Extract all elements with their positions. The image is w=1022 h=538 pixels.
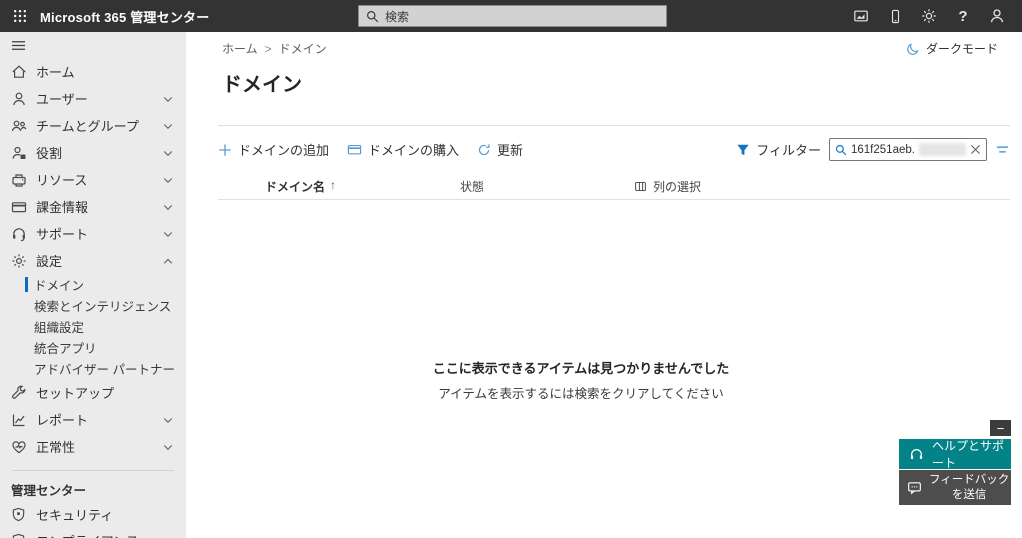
- credit-card-icon: [347, 142, 362, 157]
- breadcrumb: ホーム > ドメイン ダークモード: [222, 40, 998, 57]
- mobile-icon[interactable]: [878, 0, 912, 32]
- gear-icon: [11, 253, 27, 269]
- headset-icon: [11, 226, 27, 242]
- table-header-row: ドメイン名 ↑ 状態 列の選択: [218, 176, 1010, 200]
- sidebar-item-reports[interactable]: レポート: [0, 406, 186, 433]
- refresh-button[interactable]: 更新: [477, 140, 523, 159]
- shield-icon: [11, 507, 26, 522]
- chevron-down-icon: [162, 201, 174, 213]
- main-content: ホーム > ドメイン ダークモード ドメイン ドメインの追加: [186, 32, 1022, 538]
- app-launcher-waffle-icon[interactable]: [0, 0, 40, 32]
- breadcrumb-separator: >: [265, 42, 272, 56]
- sidebar-subitem-integrated-apps[interactable]: 統合アプリ: [0, 337, 186, 358]
- list-search-input[interactable]: 161f251aeb.: [829, 138, 987, 161]
- sidebar-item-support[interactable]: サポート: [0, 220, 186, 247]
- filter-zone: フィルター 161f251aeb.: [736, 138, 1010, 161]
- sidebar-item-roles[interactable]: 役割: [0, 139, 186, 166]
- sidebar-section-admin-centers: 管理センター: [0, 477, 186, 501]
- chevron-down-icon: [162, 414, 174, 426]
- people-icon: [11, 118, 27, 134]
- refresh-icon: [477, 143, 491, 157]
- choose-columns-icon: [634, 180, 647, 193]
- sidebar-item-home[interactable]: ホーム: [0, 58, 186, 85]
- sidebar-subitem-search-intelligence[interactable]: 検索とインテリジェンス: [0, 295, 186, 316]
- search-icon: [835, 144, 847, 156]
- column-header-domain-name[interactable]: ドメイン名 ↑: [265, 178, 336, 195]
- help-support-button[interactable]: ヘルプとサポート: [899, 439, 1011, 469]
- sidebar-item-security[interactable]: セキュリティ: [0, 501, 186, 527]
- sidebar-item-setup[interactable]: セットアップ: [0, 379, 186, 406]
- search-icon: [366, 10, 379, 23]
- chevron-up-icon: [162, 255, 174, 267]
- user-icon: [11, 91, 27, 107]
- chat-bubble-icon: [907, 480, 922, 495]
- clear-search-icon[interactable]: [970, 144, 981, 155]
- global-search-input[interactable]: 検索: [358, 5, 667, 27]
- filter-lines-icon[interactable]: [995, 142, 1010, 157]
- filter-button[interactable]: フィルター: [736, 140, 821, 159]
- floating-help-panel: − ヘルプとサポート: [899, 439, 1011, 505]
- choose-columns-button[interactable]: 列の選択: [634, 178, 701, 195]
- sidebar-subitem-org-settings[interactable]: 組織設定: [0, 316, 186, 337]
- help-icon[interactable]: ?: [946, 0, 980, 32]
- chevron-down-icon: [162, 93, 174, 105]
- breadcrumb-home-link[interactable]: ホーム: [222, 40, 258, 57]
- sidebar-item-compliance[interactable]: コンプライアンス: [0, 527, 186, 538]
- command-toolbar: ドメインの追加 ドメインの購入 更新: [218, 125, 1010, 165]
- empty-state-subtitle: アイテムを表示するには検索をクリアしてください: [186, 383, 976, 402]
- sidebar-subitem-partner-relationships[interactable]: アドバイザー パートナー: [0, 358, 186, 379]
- sidebar-item-teams-groups[interactable]: チームとグループ: [0, 112, 186, 139]
- sidebar-item-billing[interactable]: 課金情報: [0, 193, 186, 220]
- m365-admin-center: Microsoft 365 管理センター 検索: [0, 0, 1022, 538]
- empty-state: ここに表示できるアイテムは見つかりませんでした アイテムを表示するには検索をクリ…: [186, 358, 976, 402]
- settings-gear-icon[interactable]: [912, 0, 946, 32]
- page-title: ドメイン: [222, 68, 302, 97]
- filter-funnel-icon: [736, 143, 750, 157]
- sidebar-divider: [12, 470, 174, 471]
- wrench-icon: [11, 385, 27, 401]
- chevron-down-icon: [162, 174, 174, 186]
- chevron-down-icon: [162, 228, 174, 240]
- resources-icon: [11, 172, 27, 188]
- dark-mode-toggle[interactable]: ダークモード: [906, 40, 998, 57]
- send-feedback-button[interactable]: フィードバックを送信: [899, 470, 1011, 505]
- media-icon[interactable]: [844, 0, 878, 32]
- app-title[interactable]: Microsoft 365 管理センター: [40, 7, 209, 26]
- headset-icon: [909, 447, 924, 462]
- line-chart-icon: [11, 412, 27, 428]
- minimize-help-button[interactable]: −: [990, 420, 1011, 436]
- nav-collapse-hamburger-icon[interactable]: [0, 32, 186, 58]
- shield-icon: [11, 533, 26, 538]
- heart-pulse-icon: [11, 439, 27, 455]
- sidebar-subitem-domains[interactable]: ドメイン: [0, 274, 186, 295]
- left-navigation: ホーム ユーザー チームとグループ: [0, 32, 186, 538]
- buy-domain-button[interactable]: ドメインの購入: [347, 140, 459, 159]
- account-person-icon[interactable]: [980, 0, 1014, 32]
- credit-card-icon: [11, 199, 27, 215]
- sidebar-item-health[interactable]: 正常性: [0, 433, 186, 460]
- topbar-actions: ?: [844, 0, 1014, 32]
- person-badge-icon: [11, 145, 27, 161]
- moon-icon: [906, 42, 920, 56]
- redacted-text: [919, 143, 966, 156]
- home-icon: [11, 64, 27, 80]
- chevron-down-icon: [162, 147, 174, 159]
- sidebar-item-settings[interactable]: 設定: [0, 247, 186, 274]
- chevron-down-icon: [162, 441, 174, 453]
- chevron-down-icon: [162, 120, 174, 132]
- column-header-status[interactable]: 状態: [460, 178, 484, 195]
- top-app-bar: Microsoft 365 管理センター 検索: [0, 0, 1022, 32]
- add-domain-button[interactable]: ドメインの追加: [218, 140, 329, 159]
- global-search-placeholder: 検索: [385, 8, 409, 25]
- empty-state-title: ここに表示できるアイテムは見つかりませんでした: [186, 358, 976, 377]
- search-value: 161f251aeb.: [851, 144, 915, 156]
- sidebar-item-resources[interactable]: リソース: [0, 166, 186, 193]
- breadcrumb-current: ドメイン: [279, 40, 327, 57]
- sort-ascending-icon: ↑: [330, 178, 336, 195]
- sidebar-item-users[interactable]: ユーザー: [0, 85, 186, 112]
- plus-icon: [218, 143, 232, 157]
